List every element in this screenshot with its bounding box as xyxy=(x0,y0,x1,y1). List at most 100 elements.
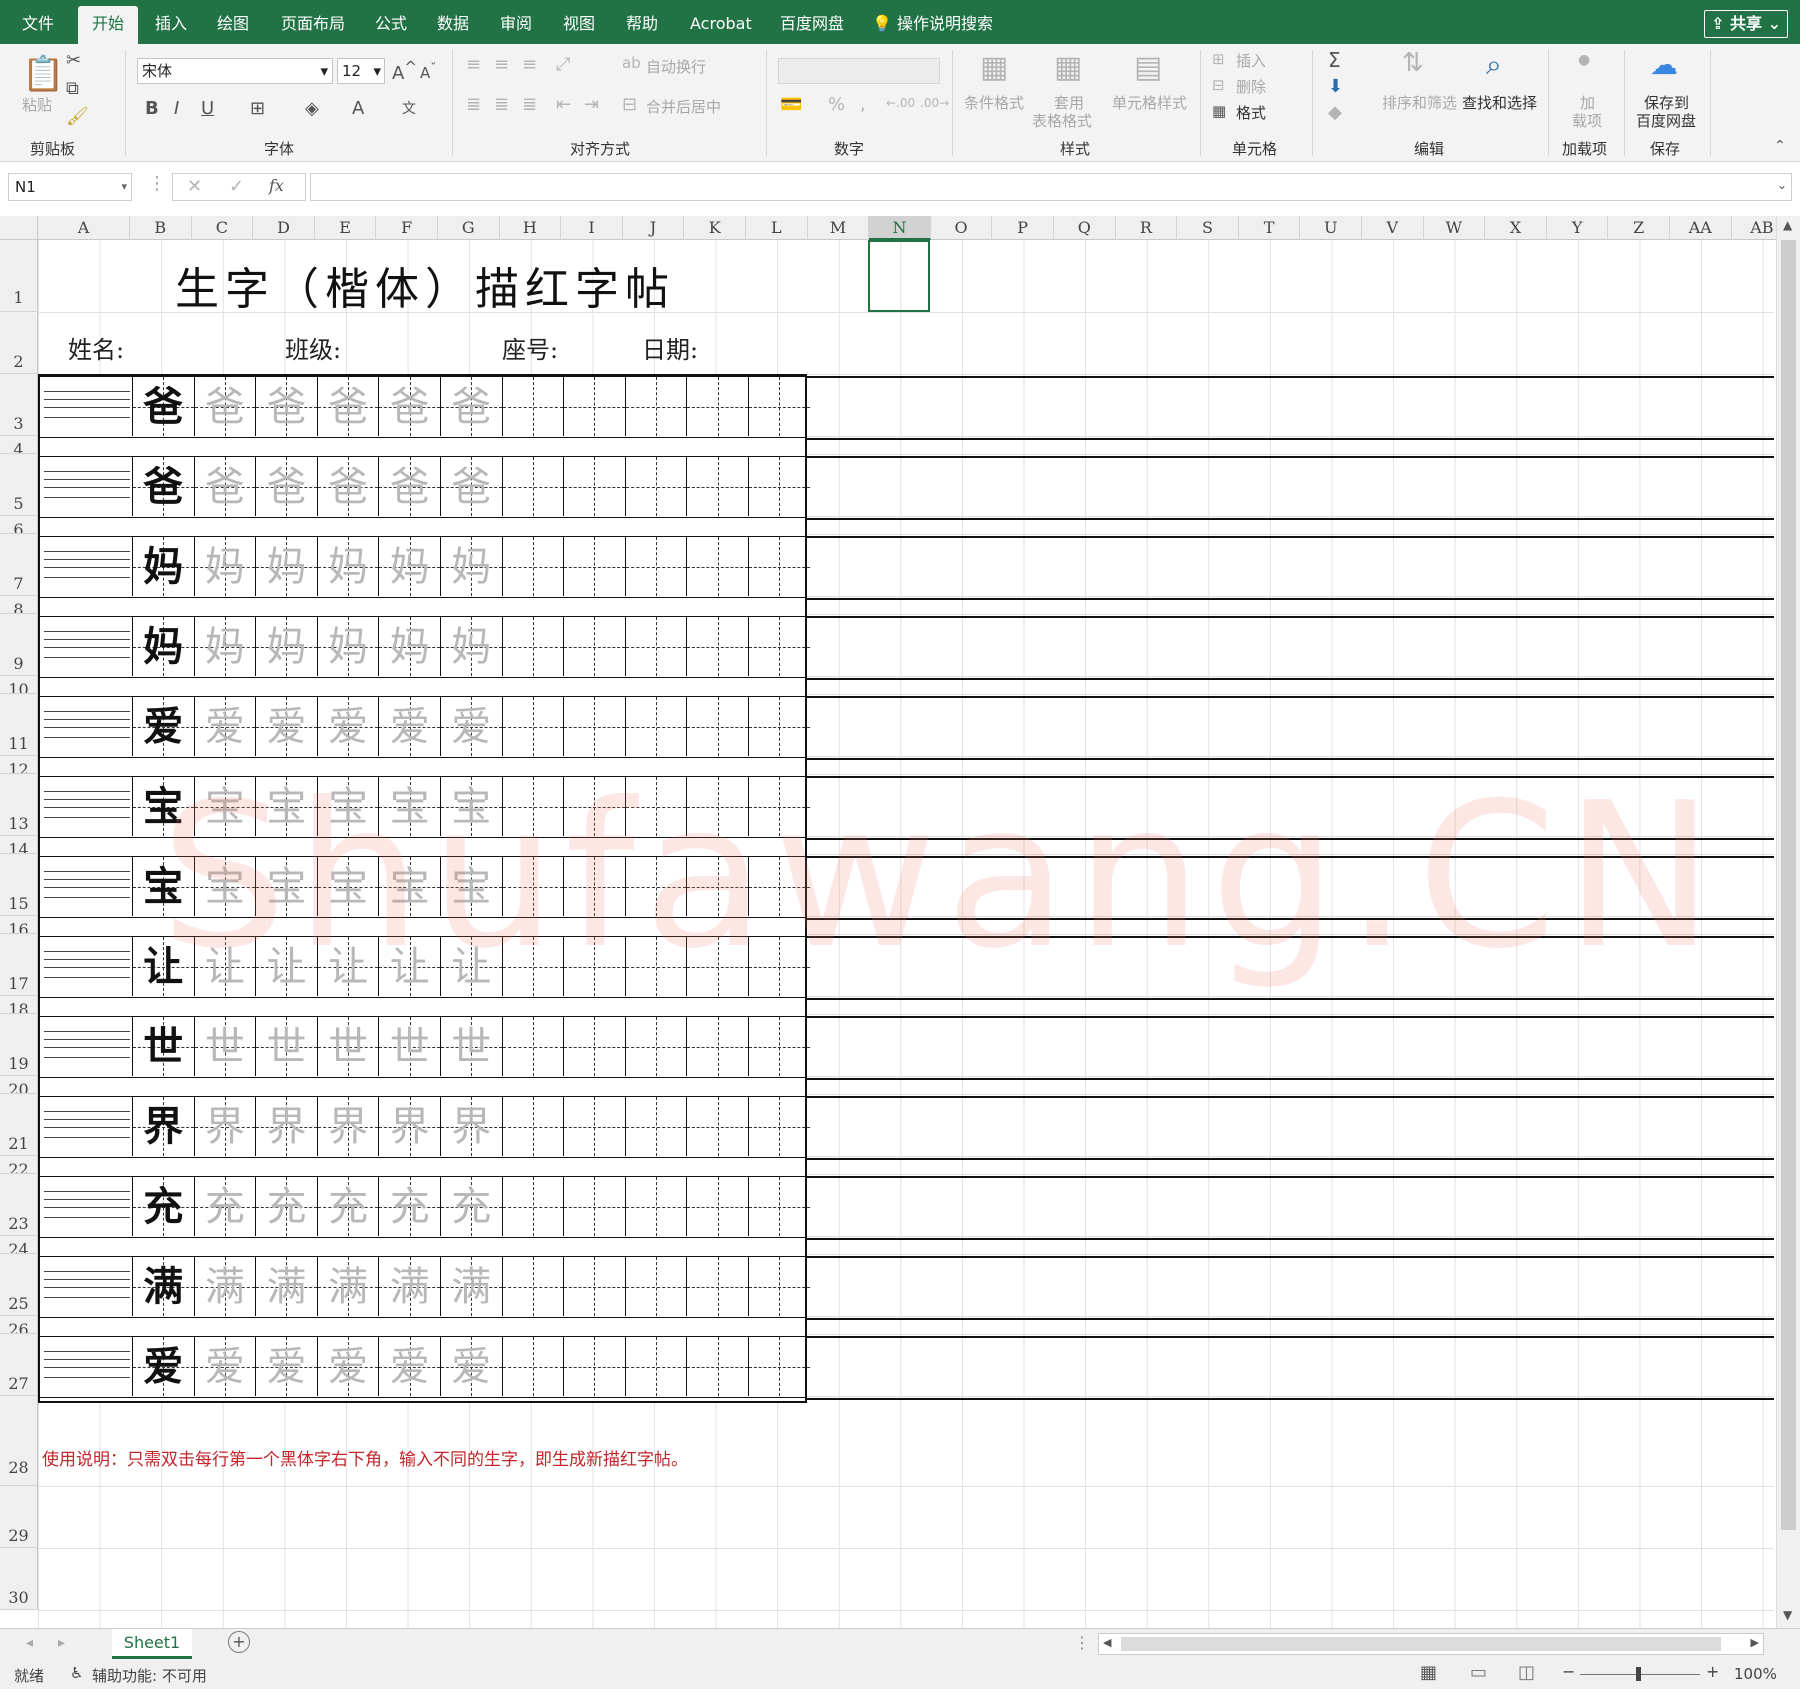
row-header-19[interactable]: 19 xyxy=(0,1014,38,1076)
model-character-cell[interactable]: 充 xyxy=(132,1177,194,1236)
orientation-icon[interactable]: ⤢ xyxy=(556,54,570,75)
collapse-ribbon-icon[interactable]: ⌃ xyxy=(1774,138,1786,154)
trace-character-cell[interactable]: 爸 xyxy=(193,457,256,516)
column-header-d[interactable]: D xyxy=(253,216,315,240)
conditional-format-button[interactable]: 条件格式 xyxy=(964,92,1024,113)
column-header-r[interactable]: R xyxy=(1115,216,1178,240)
trace-character-cell[interactable]: 妈 xyxy=(255,617,317,676)
align-left-icon[interactable]: ≣ xyxy=(466,94,481,115)
trace-character-cell[interactable]: 满 xyxy=(440,1257,502,1316)
align-center-icon[interactable]: ≣ xyxy=(494,94,509,115)
column-header-c[interactable]: C xyxy=(191,216,254,240)
model-character-cell[interactable]: 爸 xyxy=(132,457,194,516)
blank-practice-cell[interactable] xyxy=(563,1097,625,1156)
expand-formula-icon[interactable]: ⌄ xyxy=(1777,178,1787,192)
trace-character-cell[interactable]: 妈 xyxy=(440,537,502,596)
format-painter-icon[interactable]: 🖌 xyxy=(66,106,89,127)
blank-practice-cell[interactable] xyxy=(563,697,625,756)
cell-style-icon[interactable]: ▤ xyxy=(1134,50,1162,85)
row-header-25[interactable]: 25 xyxy=(0,1254,38,1316)
scroll-up-icon[interactable]: ▲ xyxy=(1783,218,1792,232)
blank-practice-cell[interactable] xyxy=(624,1017,687,1076)
row-header-22[interactable]: 22 xyxy=(0,1156,38,1174)
column-header-q[interactable]: Q xyxy=(1054,216,1116,240)
blank-practice-cell[interactable] xyxy=(748,697,810,756)
row-header-8[interactable]: 8 xyxy=(0,596,38,614)
model-character-cell[interactable]: 爱 xyxy=(132,1337,194,1396)
addin-icon[interactable]: ● xyxy=(1578,52,1590,68)
trace-character-cell[interactable]: 妈 xyxy=(193,537,256,596)
model-character-cell[interactable]: 妈 xyxy=(132,537,194,596)
decrease-decimal-icon[interactable]: .00→ xyxy=(920,96,949,110)
clear-icon[interactable]: ◆ xyxy=(1328,102,1342,123)
trace-character-cell[interactable]: 爸 xyxy=(255,457,317,516)
row-header-4[interactable]: 4 xyxy=(0,436,38,454)
blank-practice-cell[interactable] xyxy=(686,617,748,676)
search-icon[interactable]: ⌕ xyxy=(1486,48,1502,82)
row-header-3[interactable]: 3 xyxy=(0,374,38,436)
model-character-cell[interactable]: 爱 xyxy=(132,697,194,756)
column-header-a[interactable]: A xyxy=(38,216,130,240)
tab-view[interactable]: 视图 xyxy=(563,0,595,44)
accessibility-status[interactable]: 辅助功能: 不可用 xyxy=(92,1665,207,1686)
column-header-i[interactable]: I xyxy=(561,216,623,240)
column-header-z[interactable]: Z xyxy=(1608,216,1670,240)
blank-practice-cell[interactable] xyxy=(501,1017,564,1076)
trace-character-cell[interactable]: 充 xyxy=(255,1177,317,1236)
align-middle-icon[interactable]: ≡ xyxy=(494,54,509,75)
blank-practice-cell[interactable] xyxy=(748,1337,810,1396)
column-header-g[interactable]: G xyxy=(438,216,500,240)
blank-practice-cell[interactable] xyxy=(624,1337,687,1396)
tab-page-layout[interactable]: 页面布局 xyxy=(281,0,345,44)
font-color-icon[interactable]: A xyxy=(352,98,364,119)
blank-practice-cell[interactable] xyxy=(748,377,810,436)
tab-help[interactable]: 帮助 xyxy=(626,0,658,44)
blank-practice-cell[interactable] xyxy=(748,1097,810,1156)
table-format-button[interactable]: 表格格式 xyxy=(1032,110,1092,131)
model-character-cell[interactable]: 满 xyxy=(132,1257,194,1316)
selected-cell-n1[interactable] xyxy=(868,240,930,312)
row-header-13[interactable]: 13 xyxy=(0,774,38,836)
row-header-1[interactable]: 1 xyxy=(0,240,38,312)
row-header-23[interactable]: 23 xyxy=(0,1174,38,1236)
blank-practice-cell[interactable] xyxy=(563,377,625,436)
scroll-right-icon[interactable]: ▶ xyxy=(1751,1636,1759,1649)
trace-character-cell[interactable]: 爱 xyxy=(255,1337,317,1396)
sheet-tab-sheet1[interactable]: Sheet1 xyxy=(112,1629,192,1659)
tab-home[interactable]: 开始 xyxy=(78,6,139,44)
column-header-o[interactable]: O xyxy=(930,216,993,240)
table-format-icon[interactable]: ▦ xyxy=(1054,50,1082,85)
blank-practice-cell[interactable] xyxy=(501,377,564,436)
trace-character-cell[interactable]: 妈 xyxy=(440,617,502,676)
sort-filter-button[interactable]: 排序和筛选 xyxy=(1382,92,1457,113)
comma-icon[interactable]: , xyxy=(860,94,866,115)
row-header-9[interactable]: 9 xyxy=(0,614,38,676)
tell-me-search[interactable]: 💡 操作说明搜索 xyxy=(872,0,993,44)
column-header-j[interactable]: J xyxy=(622,216,685,240)
phonetic-icon[interactable]: 文 xyxy=(402,98,416,118)
column-header-x[interactable]: X xyxy=(1485,216,1547,240)
cell-style-button[interactable]: 单元格样式 xyxy=(1112,92,1187,113)
blank-practice-cell[interactable] xyxy=(501,537,564,596)
align-right-icon[interactable]: ≣ xyxy=(522,94,537,115)
trace-character-cell[interactable]: 爸 xyxy=(316,457,379,516)
row-header-18[interactable]: 18 xyxy=(0,996,38,1014)
blank-practice-cell[interactable] xyxy=(624,1257,687,1316)
blank-practice-cell[interactable] xyxy=(563,1177,625,1236)
tab-review[interactable]: 审阅 xyxy=(500,0,532,44)
trace-character-cell[interactable]: 世 xyxy=(193,1017,256,1076)
underline-icon[interactable]: U xyxy=(201,98,214,119)
zoom-out-icon[interactable]: − xyxy=(1562,1662,1575,1681)
wrap-text-button[interactable]: 自动换行 xyxy=(646,56,706,77)
column-header-s[interactable]: S xyxy=(1177,216,1239,240)
trace-character-cell[interactable]: 爸 xyxy=(193,377,256,436)
font-size-select[interactable]: 12 ▾ xyxy=(337,58,385,84)
model-character-cell[interactable]: 爸 xyxy=(132,377,194,436)
zoom-level[interactable]: 100% xyxy=(1734,1665,1777,1683)
splitter-icon[interactable]: ⋮ xyxy=(1074,1633,1090,1652)
model-character-cell[interactable]: 世 xyxy=(132,1017,194,1076)
trace-character-cell[interactable]: 界 xyxy=(378,1097,440,1156)
trace-character-cell[interactable]: 满 xyxy=(255,1257,317,1316)
column-header-aa[interactable]: AA xyxy=(1670,216,1732,240)
trace-character-cell[interactable]: 爱 xyxy=(378,1337,440,1396)
